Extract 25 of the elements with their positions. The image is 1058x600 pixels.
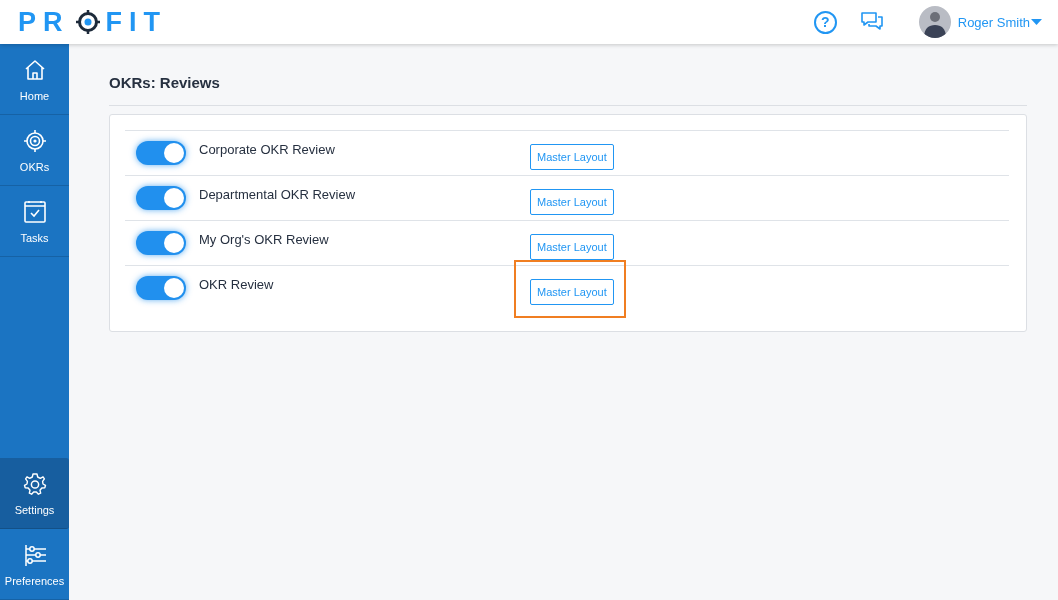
calendar-check-icon: [21, 198, 48, 225]
avatar-icon: [918, 6, 951, 38]
help-button[interactable]: ?: [813, 10, 837, 34]
master-layout-button[interactable]: Master Layout: [530, 189, 614, 215]
target-icon: [74, 9, 101, 35]
master-layout-button[interactable]: Master Layout: [530, 234, 614, 260]
master-layout-button[interactable]: Master Layout: [530, 144, 614, 170]
master-layout-button[interactable]: Master Layout: [530, 279, 614, 305]
toggle-switch[interactable]: [136, 276, 186, 300]
chat-icon[interactable]: [860, 12, 883, 32]
toggle-switch[interactable]: [136, 141, 186, 165]
sidebar-item[interactable]: Settings: [0, 458, 69, 529]
logo-text: FIT: [105, 6, 167, 38]
logo-text: PR: [18, 6, 70, 38]
caret-icon: [1031, 19, 1042, 25]
review-name: My Org's OKR Review: [199, 232, 330, 247]
target-icon: [21, 127, 48, 154]
review-name: OKR Review: [199, 277, 275, 292]
toggle-switch[interactable]: [136, 231, 186, 255]
user-menu[interactable]: Roger Smith: [957, 14, 1042, 30]
review-name: Corporate OKR Review: [199, 142, 336, 157]
toggle-switch[interactable]: [136, 186, 186, 210]
settings-icon: [21, 470, 48, 497]
page-title: OKRs: Reviews: [109, 74, 1027, 106]
review-name: Departmental OKR Review: [199, 187, 357, 202]
